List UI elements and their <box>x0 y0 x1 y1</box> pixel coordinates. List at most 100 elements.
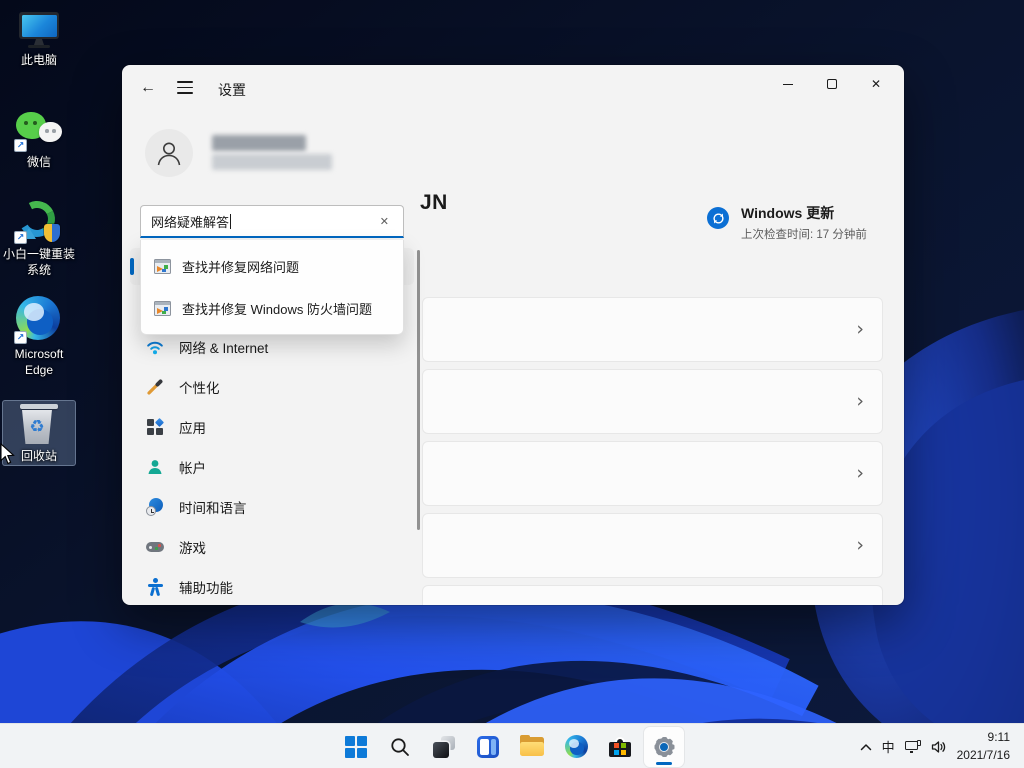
desktop-icon-label: MicrosoftEdge <box>15 346 64 378</box>
file-explorer-button[interactable] <box>512 727 552 767</box>
maximize-icon <box>827 79 837 89</box>
desktop-icon-label: 小白一键重装系统 <box>3 246 75 278</box>
settings-row[interactable]: › <box>422 297 883 362</box>
desktop-icon-this-pc[interactable]: 此电脑 <box>0 12 78 68</box>
minimize-icon <box>783 84 793 85</box>
sidebar-item-label: 辅助功能 <box>179 577 233 597</box>
sidebar-item-accounts[interactable]: 帐户 <box>130 449 414 485</box>
minimize-button[interactable] <box>766 69 810 99</box>
settings-sidebar: 网络 & Internet 个性化 应用 帐户 <box>130 329 414 605</box>
sidebar-item-label: 网络 & Internet <box>179 337 268 357</box>
edge-icon <box>565 735 588 758</box>
desktop: 此电脑 ↗ 微信 ↗ 小白一键重装系统 ↗ MicrosoftEdge ♻ <box>0 0 1024 768</box>
close-button[interactable]: ✕ <box>854 69 898 99</box>
active-app-indicator <box>656 762 672 765</box>
desktop-icon-label: 此电脑 <box>21 52 57 68</box>
suggestion-fix-firewall[interactable]: 查找并修复 Windows 防火墙问题 <box>141 287 403 329</box>
search-icon <box>389 736 411 758</box>
system-tray: 中 9:11 2021/7/16 <box>860 724 1024 768</box>
chevron-right-icon: › <box>856 464 864 483</box>
settings-taskbar-button[interactable] <box>644 727 684 767</box>
windows-logo-icon <box>345 736 367 758</box>
desktop-icon-label: 回收站 <box>21 448 57 464</box>
sidebar-item-label: 时间和语言 <box>179 497 247 517</box>
taskbar-search-button[interactable] <box>380 727 420 767</box>
sidebar-item-accessibility[interactable]: 辅助功能 <box>130 569 414 605</box>
ime-indicator[interactable]: 中 <box>882 737 895 756</box>
this-pc-icon <box>19 12 59 48</box>
apps-icon <box>146 418 164 436</box>
windows-update-sync-icon <box>707 207 729 229</box>
shortcut-arrow-icon: ↗ <box>14 231 27 244</box>
clear-search-icon[interactable]: ✕ <box>376 213 393 230</box>
sidebar-item-label: 游戏 <box>179 537 206 557</box>
account-person-icon <box>146 458 164 476</box>
time-language-icon <box>146 498 164 516</box>
accessibility-icon <box>146 578 164 596</box>
task-view-icon <box>433 736 455 758</box>
back-button[interactable]: ← <box>137 77 159 99</box>
sidebar-item-label: 个性化 <box>179 377 220 397</box>
window-controls: ✕ <box>766 69 898 99</box>
person-icon <box>154 138 184 168</box>
mouse-cursor <box>0 443 16 465</box>
clock-date: 2021/7/16 <box>957 747 1010 764</box>
edge-taskbar-button[interactable] <box>556 727 596 767</box>
gear-icon <box>652 735 676 759</box>
search-suggestions-dropdown: 查找并修复网络问题 查找并修复 Windows 防火墙问题 <box>140 240 404 335</box>
user-avatar[interactable] <box>145 129 193 177</box>
shortcut-arrow-icon: ↗ <box>14 331 27 344</box>
network-ethernet-icon[interactable] <box>905 740 921 753</box>
xiaobai-reinstall-icon: ↗ <box>16 200 62 242</box>
sidebar-item-label: 应用 <box>179 417 206 437</box>
speaker-icon[interactable] <box>931 740 947 754</box>
widgets-button[interactable] <box>468 727 508 767</box>
suggestion-label: 查找并修复网络问题 <box>182 257 299 276</box>
widgets-icon <box>477 736 499 758</box>
troubleshoot-firewall-icon <box>154 301 171 316</box>
microsoft-store-button[interactable] <box>600 727 640 767</box>
nav-menu-button[interactable] <box>177 81 193 94</box>
windows-update-status[interactable]: Windows 更新 上次检查时间: 17 分钟前 <box>707 203 867 242</box>
selected-indicator <box>130 258 134 275</box>
suggestion-label: 查找并修复 Windows 防火墙问题 <box>182 299 372 318</box>
sidebar-item-personalization[interactable]: 个性化 <box>130 369 414 405</box>
settings-row[interactable]: › <box>422 441 883 506</box>
close-icon: ✕ <box>871 77 881 91</box>
settings-row[interactable]: › <box>422 513 883 578</box>
maximize-button[interactable] <box>810 69 854 99</box>
suggestion-fix-network[interactable]: 查找并修复网络问题 <box>141 245 403 287</box>
folder-icon <box>520 737 544 756</box>
desktop-icon-xiaobai-reinstall[interactable]: ↗ 小白一键重装系统 <box>0 200 78 278</box>
user-name-redacted <box>212 135 306 151</box>
desktop-icon-edge[interactable]: ↗ MicrosoftEdge <box>0 296 78 378</box>
task-view-button[interactable] <box>424 727 464 767</box>
page-title: 设置 <box>218 80 246 100</box>
sidebar-scrollbar[interactable] <box>417 250 420 530</box>
troubleshoot-network-icon <box>154 259 171 274</box>
device-name-fragment: JN <box>420 191 448 215</box>
text-caret <box>230 214 231 229</box>
sidebar-item-gaming[interactable]: 游戏 <box>130 529 414 565</box>
wechat-icon: ↗ <box>16 110 62 150</box>
settings-row[interactable]: › <box>422 585 883 605</box>
tray-expand-chevron-icon[interactable] <box>860 743 872 751</box>
chevron-right-icon: › <box>856 320 864 339</box>
store-icon <box>609 737 631 757</box>
settings-window: ✕ ← 设置 网络疑难解答 ✕ 查找并修复网络问题 <box>122 65 904 605</box>
edge-icon: ↗ <box>16 296 62 342</box>
sidebar-item-time-language[interactable]: 时间和语言 <box>130 489 414 525</box>
start-button[interactable] <box>336 727 376 767</box>
settings-search-input[interactable]: 网络疑难解答 ✕ <box>140 205 404 238</box>
taskbar: 中 9:11 2021/7/16 <box>0 723 1024 768</box>
windows-update-title: Windows 更新 <box>741 203 867 223</box>
desktop-icon-wechat[interactable]: ↗ 微信 <box>0 110 78 170</box>
recycle-bin-icon: ♻ <box>20 404 58 444</box>
taskbar-clock[interactable]: 9:11 2021/7/16 <box>957 729 1010 764</box>
paintbrush-icon <box>146 378 164 396</box>
sidebar-item-apps[interactable]: 应用 <box>130 409 414 445</box>
sidebar-item-label: 帐户 <box>179 457 206 477</box>
settings-row[interactable]: › <box>422 369 883 434</box>
gamepad-icon <box>146 538 164 556</box>
chevron-right-icon: › <box>856 392 864 411</box>
